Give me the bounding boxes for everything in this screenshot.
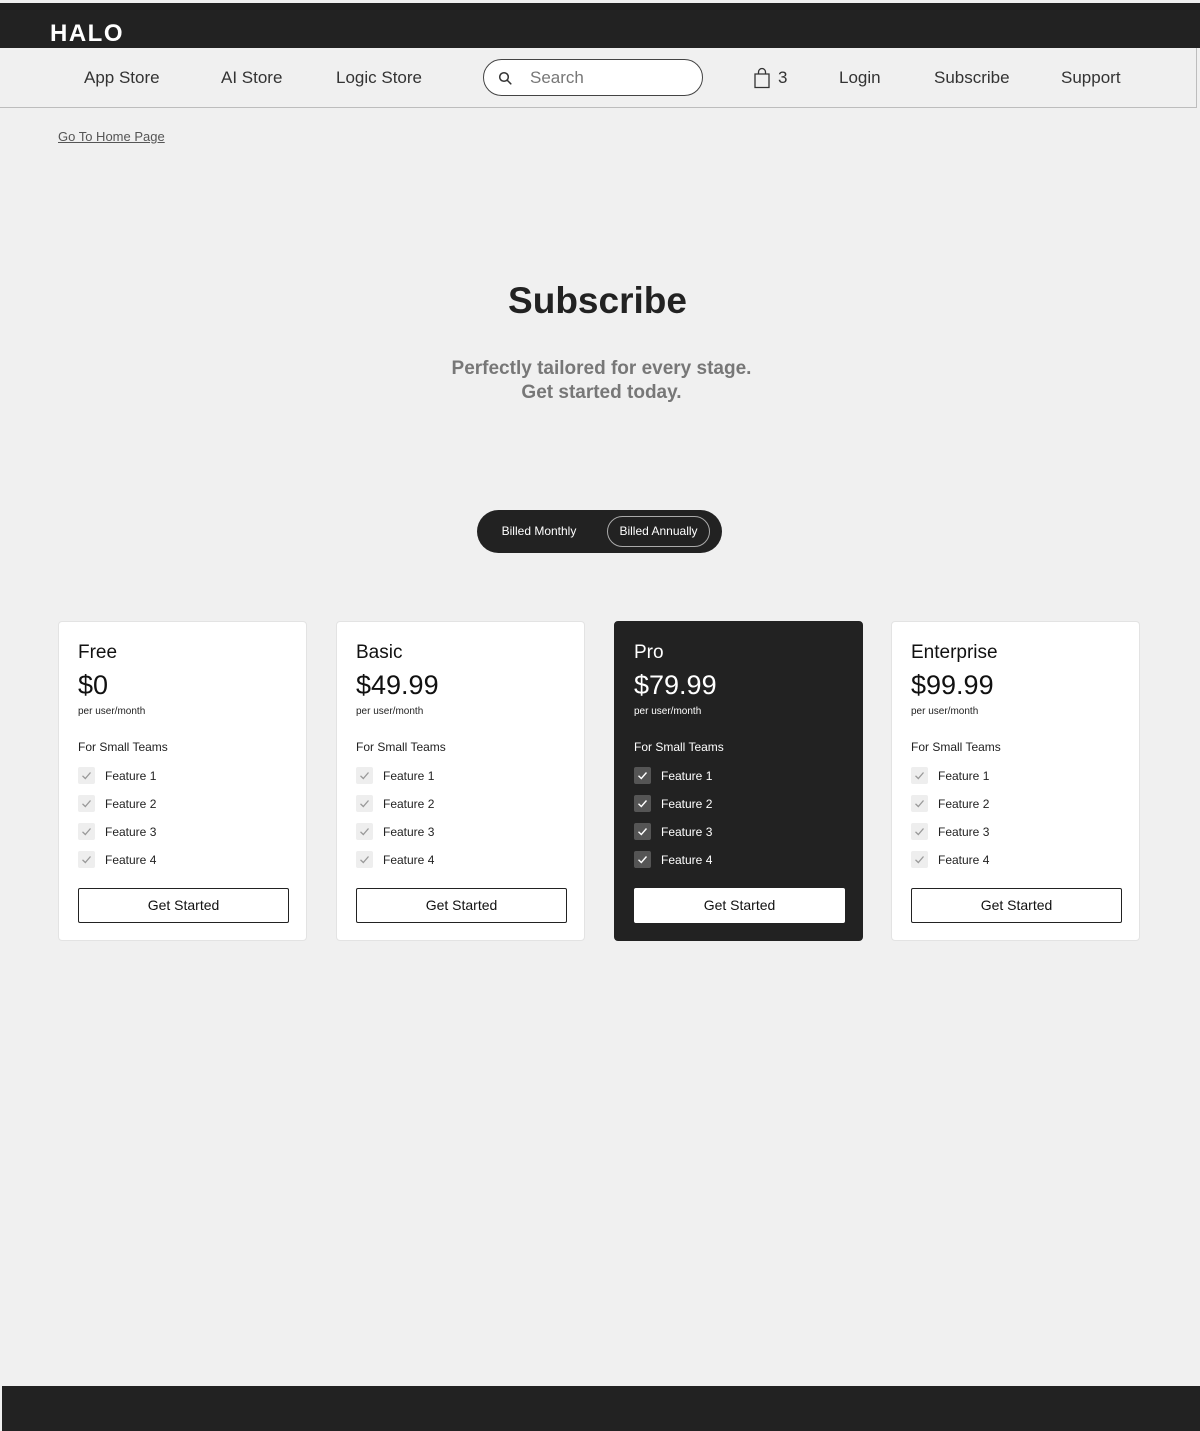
- feature-label: Feature 3: [383, 824, 435, 839]
- check-icon: [356, 823, 373, 840]
- cart-count: 3: [778, 68, 788, 87]
- feature-item: Feature 3: [634, 823, 712, 840]
- plan-price: $49.99: [356, 670, 439, 700]
- check-icon: [78, 767, 95, 784]
- brand-bar: HALO: [0, 3, 1200, 48]
- feature-label: Feature 2: [383, 796, 435, 811]
- feature-item: Feature 4: [356, 851, 434, 868]
- nav-support[interactable]: Support: [1061, 67, 1121, 89]
- get-started-button[interactable]: Get Started: [634, 888, 845, 923]
- nav-ai-store[interactable]: AI Store: [221, 67, 282, 89]
- feature-label: Feature 1: [661, 768, 713, 783]
- plan-card-basic: Basic $49.99 per user/month For Small Te…: [336, 621, 585, 941]
- feature-label: Feature 4: [938, 852, 990, 867]
- plan-audience: For Small Teams: [356, 740, 446, 754]
- plan-name: Basic: [356, 642, 403, 663]
- check-icon: [78, 795, 95, 812]
- plan-audience: For Small Teams: [634, 740, 724, 754]
- plan-audience: For Small Teams: [911, 740, 1001, 754]
- nav-bar: App Store AI Store Logic Store 3 Login S…: [0, 48, 1197, 108]
- feature-label: Feature 4: [105, 852, 157, 867]
- search-input[interactable]: [530, 66, 690, 90]
- check-icon: [634, 795, 651, 812]
- check-icon: [356, 851, 373, 868]
- feature-item: Feature 4: [78, 851, 156, 868]
- billed-annually-option[interactable]: Billed Annually: [607, 516, 710, 547]
- feature-item: Feature 4: [634, 851, 712, 868]
- feature-label: Feature 2: [938, 796, 990, 811]
- check-icon: [911, 823, 928, 840]
- plan-name: Enterprise: [911, 642, 998, 663]
- brand-logo[interactable]: HALO: [50, 22, 124, 46]
- feature-label: Feature 2: [661, 796, 713, 811]
- search-icon: [498, 71, 512, 85]
- check-icon: [911, 767, 928, 784]
- check-icon: [634, 851, 651, 868]
- feature-item: Feature 1: [356, 767, 434, 784]
- page-title: Subscribe: [508, 280, 687, 321]
- feature-label: Feature 3: [661, 824, 713, 839]
- nav-subscribe[interactable]: Subscribe: [934, 67, 1010, 89]
- shopping-bag-icon: [754, 67, 770, 89]
- check-icon: [356, 795, 373, 812]
- plan-audience: For Small Teams: [78, 740, 168, 754]
- feature-label: Feature 1: [105, 768, 157, 783]
- billing-toggle: Billed Monthly Billed Annually: [477, 510, 722, 553]
- page: HALO App Store AI Store Logic Store 3 Lo…: [0, 0, 1200, 1431]
- feature-label: Feature 3: [105, 824, 157, 839]
- feature-item: Feature 3: [356, 823, 434, 840]
- feature-label: Feature 4: [383, 852, 435, 867]
- nav-logic-store[interactable]: Logic Store: [336, 67, 422, 89]
- feature-item: Feature 2: [356, 795, 434, 812]
- feature-item: Feature 2: [78, 795, 156, 812]
- feature-label: Feature 2: [105, 796, 157, 811]
- subtitle-line-1: Perfectly tailored for every stage.: [451, 358, 752, 379]
- check-icon: [634, 823, 651, 840]
- nav-app-store[interactable]: App Store: [84, 67, 160, 89]
- check-icon: [911, 795, 928, 812]
- nav-login[interactable]: Login: [839, 67, 881, 89]
- check-icon: [78, 823, 95, 840]
- plan-card-enterprise: Enterprise $99.99 per user/month For Sma…: [891, 621, 1140, 941]
- subtitle-line-2: Get started today.: [521, 382, 682, 403]
- feature-item: Feature 1: [78, 767, 156, 784]
- search-box[interactable]: [483, 59, 703, 96]
- get-started-button[interactable]: Get Started: [911, 888, 1122, 923]
- feature-label: Feature 3: [938, 824, 990, 839]
- get-started-button[interactable]: Get Started: [78, 888, 289, 923]
- go-to-home-link[interactable]: Go To Home Page: [58, 129, 165, 144]
- plan-period: per user/month: [356, 706, 424, 717]
- feature-label: Feature 1: [938, 768, 990, 783]
- plan-price: $79.99: [634, 670, 717, 700]
- plan-name: Free: [78, 642, 118, 663]
- plan-price: $0: [78, 670, 109, 700]
- check-icon: [911, 851, 928, 868]
- feature-item: Feature 2: [634, 795, 712, 812]
- feature-item: Feature 1: [911, 767, 989, 784]
- feature-item: Feature 3: [911, 823, 989, 840]
- plan-period: per user/month: [78, 706, 146, 717]
- feature-item: Feature 4: [911, 851, 989, 868]
- get-started-button[interactable]: Get Started: [356, 888, 567, 923]
- feature-item: Feature 3: [78, 823, 156, 840]
- feature-item: Feature 2: [911, 795, 989, 812]
- plan-card-free: Free $0 per user/month For Small Teams F…: [58, 621, 307, 941]
- check-icon: [356, 767, 373, 784]
- check-icon: [78, 851, 95, 868]
- feature-item: Feature 1: [634, 767, 712, 784]
- billed-monthly-option[interactable]: Billed Monthly: [493, 516, 585, 547]
- plan-period: per user/month: [911, 706, 979, 717]
- plan-price: $99.99: [911, 670, 994, 700]
- page-subtitle: Perfectly tailored for every stage. Get …: [0, 357, 1200, 405]
- plan-card-pro: Pro $79.99 per user/month For Small Team…: [614, 621, 863, 941]
- plan-name: Pro: [634, 642, 664, 663]
- plan-period: per user/month: [634, 706, 702, 717]
- feature-label: Feature 1: [383, 768, 435, 783]
- feature-label: Feature 4: [661, 852, 713, 867]
- footer: [2, 1386, 1200, 1431]
- cart-button[interactable]: 3: [753, 66, 787, 90]
- check-icon: [634, 767, 651, 784]
